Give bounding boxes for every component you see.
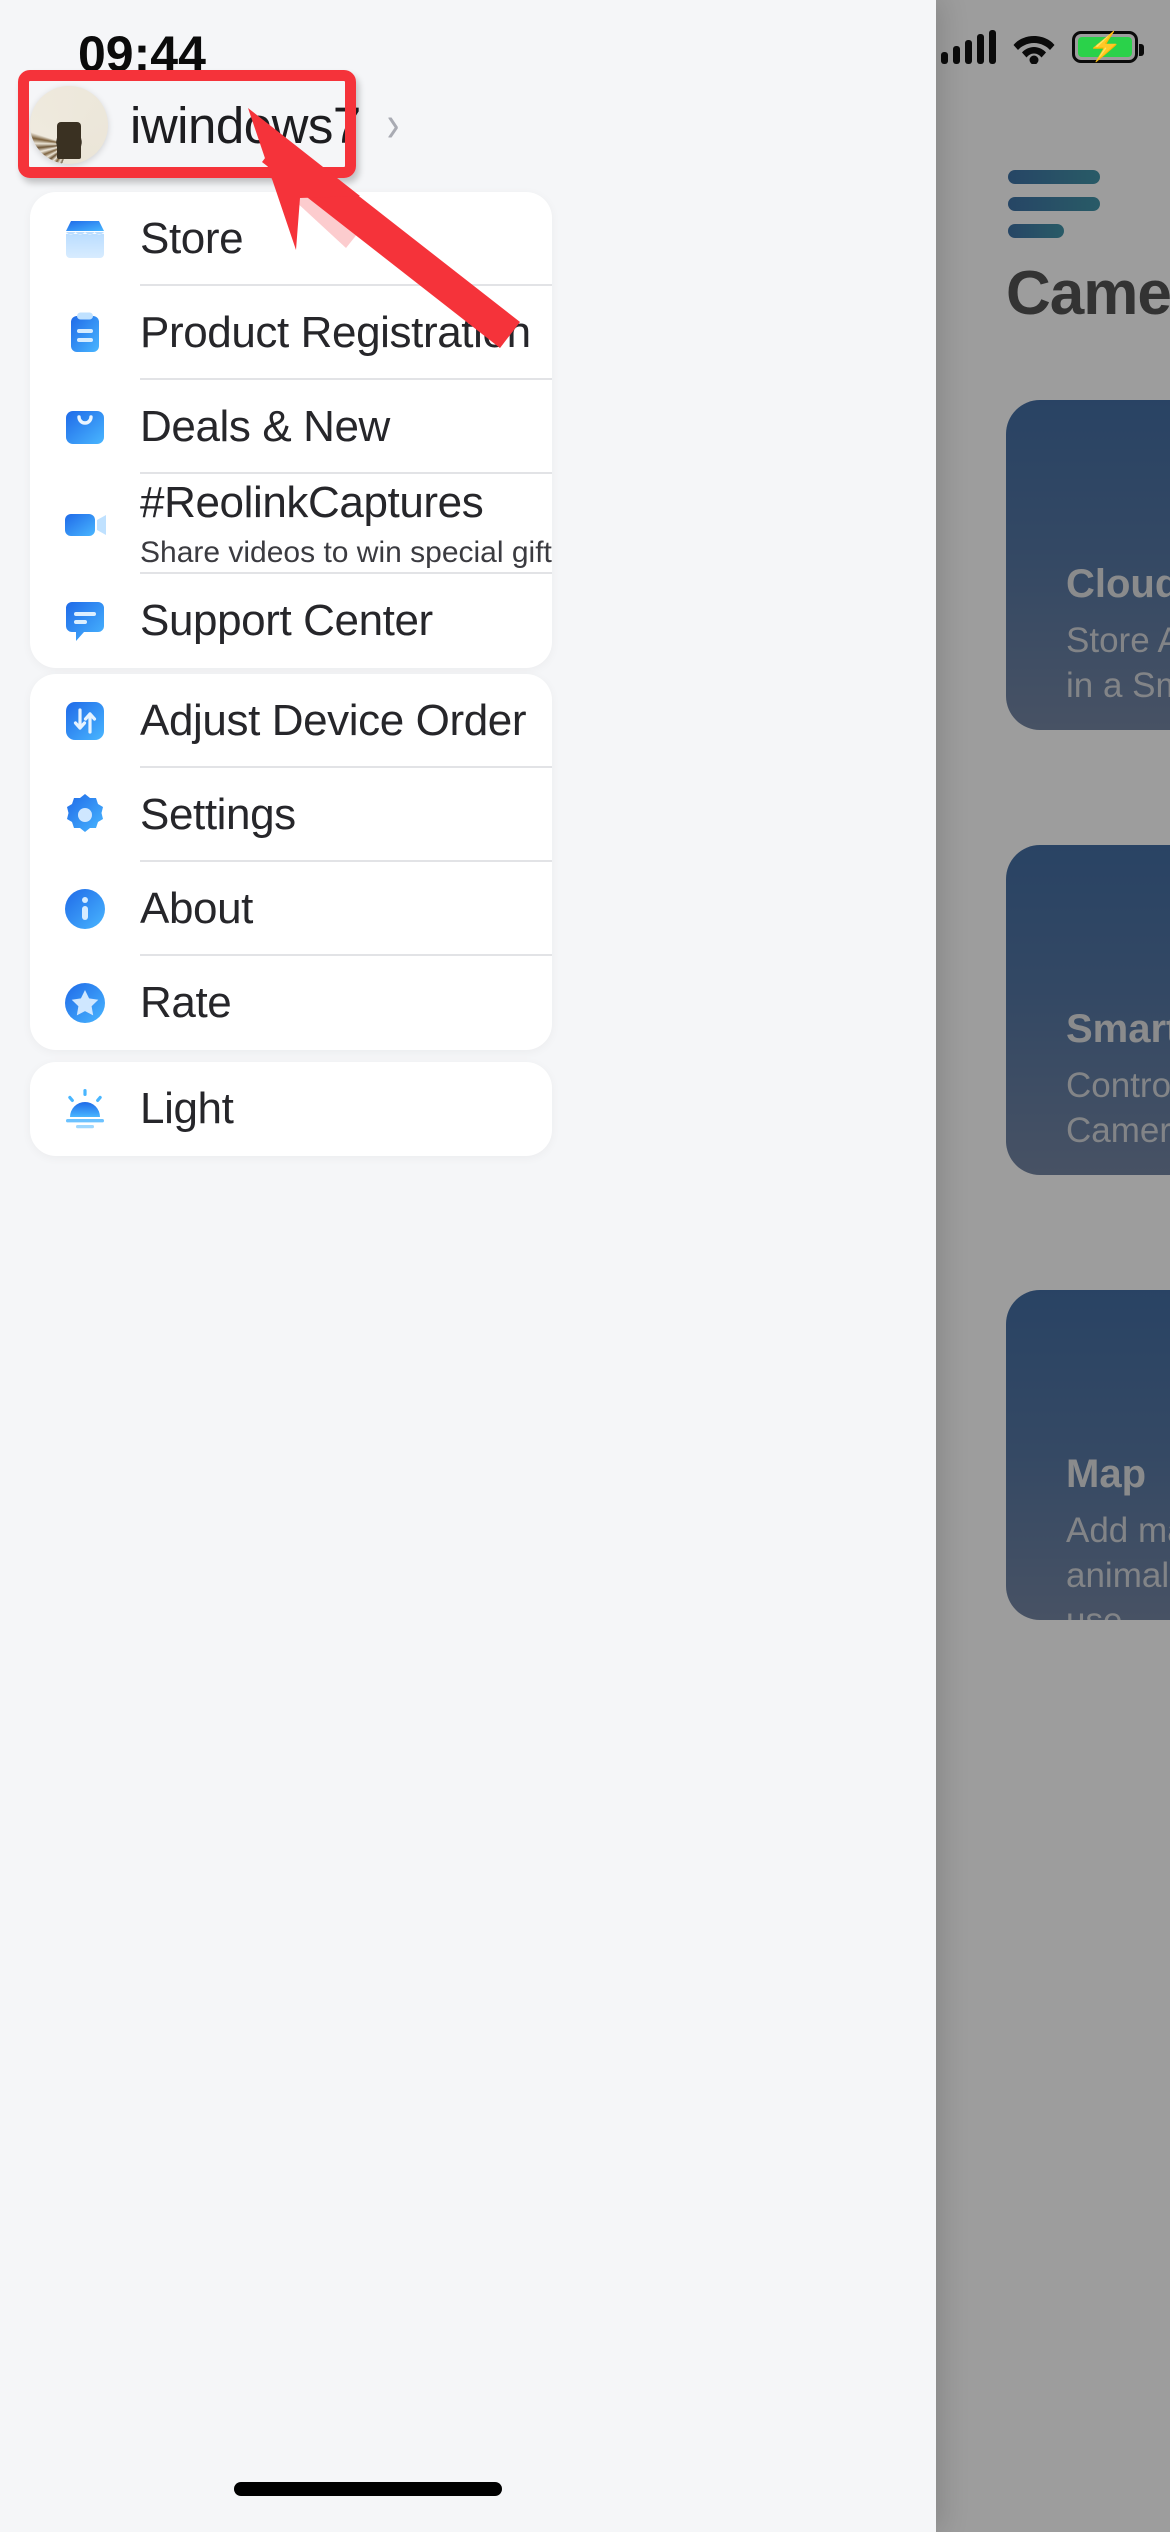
- menu-item-label: Deals & New: [140, 402, 390, 451]
- sort-arrows-icon: [62, 698, 108, 744]
- menu-item-about[interactable]: About: [30, 862, 552, 956]
- battery-charging-icon: ⚡: [1072, 31, 1144, 63]
- status-bar-icons: ⚡: [941, 30, 1144, 64]
- menu-group: Light: [30, 1062, 552, 1156]
- menu-item-label: About: [140, 884, 253, 933]
- home-indicator[interactable]: [234, 2482, 502, 2496]
- info-circle-icon: [62, 886, 108, 932]
- menu-item-label: Light: [140, 1084, 234, 1133]
- menu-item-label: Product Registration: [140, 308, 531, 357]
- menu-item-label: Rate: [140, 978, 232, 1027]
- gear-icon: [62, 792, 108, 838]
- dim-overlay[interactable]: [936, 0, 1170, 2532]
- clipboard-icon: [62, 310, 108, 356]
- menu-group: Store Product Registration Deals & New #…: [30, 192, 552, 668]
- chevron-right-icon: ›: [386, 96, 400, 154]
- menu-item-store[interactable]: Store: [30, 192, 552, 286]
- video-camera-icon: [62, 501, 108, 547]
- menu-item-label: Adjust Device Order: [140, 696, 527, 745]
- menu-item-deals-and-new[interactable]: Deals & New: [30, 380, 552, 474]
- shopping-bag-icon: [62, 404, 108, 450]
- profile-highlight-box: [18, 70, 356, 178]
- storefront-icon: [62, 216, 108, 262]
- menu-item-support-center[interactable]: Support Center: [30, 574, 552, 668]
- signal-bars-icon: [941, 30, 996, 64]
- chat-bubble-icon: [62, 598, 108, 644]
- wifi-icon: [1013, 36, 1055, 64]
- menu-item-subtitle: Share videos to win special gifts.: [140, 536, 552, 569]
- menu-item-label: Store: [140, 214, 244, 263]
- menu-item-label: #ReolinkCaptures: [140, 478, 484, 527]
- side-drawer: 09:44 iwindows7 › Store Product Registra…: [0, 0, 936, 2532]
- menu-item-adjust-device-order[interactable]: Adjust Device Order: [30, 674, 552, 768]
- menu-item-product-registration[interactable]: Product Registration: [30, 286, 552, 380]
- app-screen: Camera Cloud Storage Store All That Matt…: [0, 0, 1170, 2532]
- menu-item-light[interactable]: Light: [30, 1062, 552, 1156]
- sunrise-light-icon: [62, 1086, 108, 1132]
- menu-item-reolinkcaptures[interactable]: #ReolinkCaptures Share videos to win spe…: [30, 474, 552, 574]
- menu-item-settings[interactable]: Settings: [30, 768, 552, 862]
- menu-item-label: Support Center: [140, 596, 433, 645]
- menu-item-rate[interactable]: Rate: [30, 956, 552, 1050]
- menu-item-label: Settings: [140, 790, 296, 839]
- star-circle-icon: [62, 980, 108, 1026]
- menu-group: Adjust Device Order Settings About Rate: [30, 674, 552, 1050]
